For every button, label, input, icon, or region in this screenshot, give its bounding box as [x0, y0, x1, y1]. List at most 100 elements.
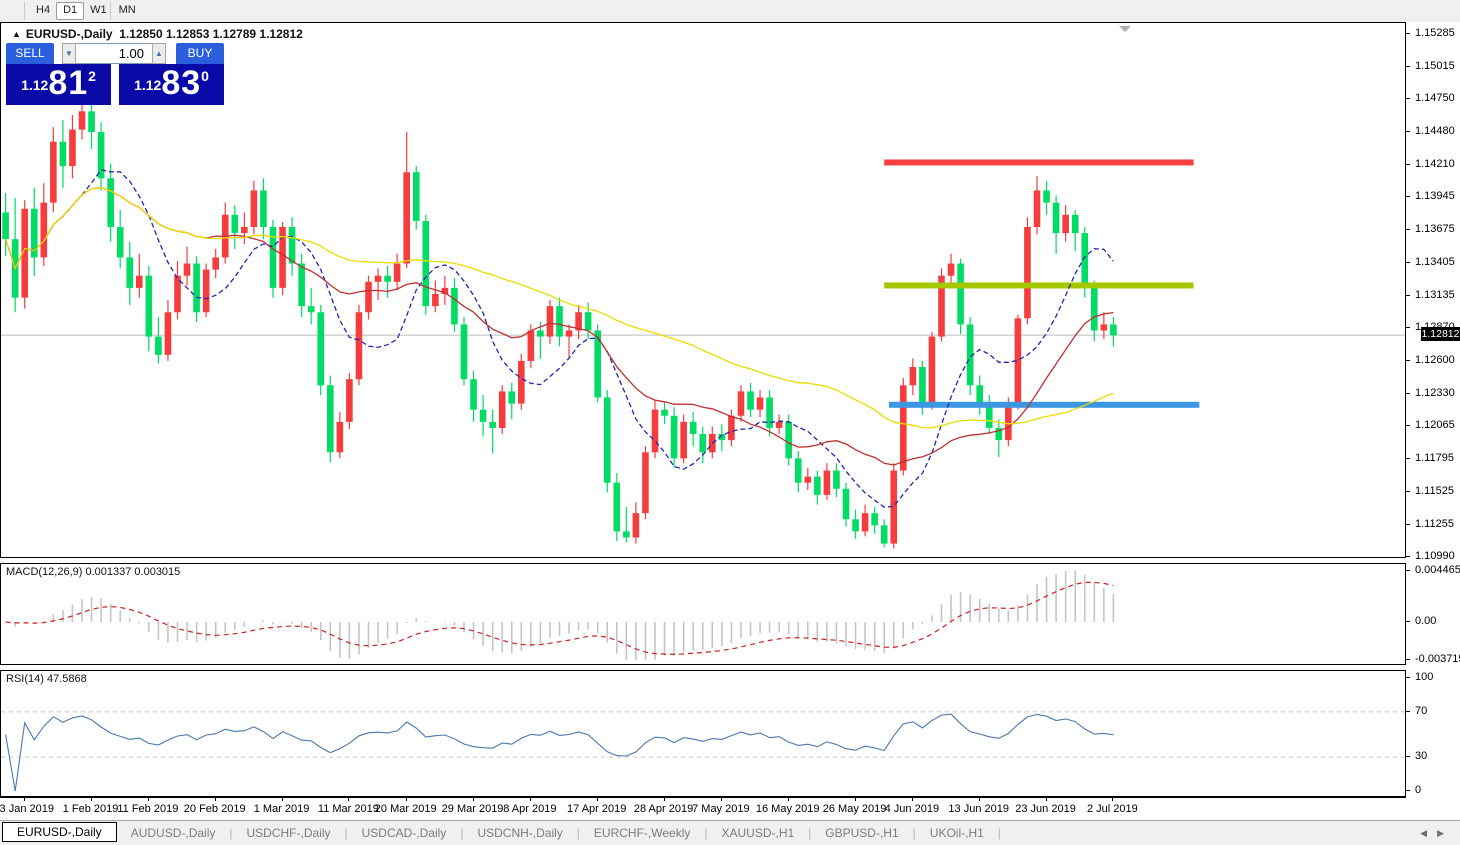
rsi-label: RSI(14) 47.5868: [6, 673, 87, 685]
sell-price-display[interactable]: 1.12812: [6, 64, 111, 105]
price-tick-label: 1.14480: [1415, 125, 1455, 137]
date-label: 11 Feb 2019: [117, 803, 178, 815]
date-axis[interactable]: 23 Jan 20191 Feb 201911 Feb 201920 Feb 2…: [0, 797, 1406, 821]
volume-input[interactable]: 1.00: [76, 43, 152, 64]
candle-body: [212, 257, 219, 269]
timeframe-button-d1[interactable]: D1: [56, 2, 84, 20]
candle-body: [623, 531, 630, 537]
date-label: 13 Jun 2019: [948, 803, 1009, 815]
macd-tick-label: -0.003715: [1415, 653, 1460, 665]
price-tick-label-tick: [1406, 196, 1410, 197]
candle-body: [738, 391, 745, 415]
date-label: 7 May 2019: [692, 803, 749, 815]
chart-tab-ukoil-h1[interactable]: UKOil-,H1: [916, 824, 998, 843]
date-tick: [473, 798, 474, 801]
chart-tab-eurchf-weekly[interactable]: EURCHF-,Weekly: [580, 824, 704, 843]
macd-tick-label: 0.004465: [1415, 564, 1460, 576]
timeframe-button-mn[interactable]: MN: [113, 2, 142, 18]
horizontal-line-object[interactable]: [889, 402, 1199, 408]
price-tick-label-tick: [1406, 458, 1410, 459]
rsi-panel[interactable]: [0, 670, 1406, 797]
date-label: 17 Apr 2019: [567, 803, 626, 815]
price-tick-label-tick: [1406, 327, 1410, 328]
candle-body: [241, 227, 248, 233]
candle-body: [375, 276, 382, 282]
candle-body: [824, 471, 831, 495]
candle-body: [69, 130, 76, 167]
candle-body: [50, 142, 57, 203]
chart-tab-usdcad-daily[interactable]: USDCAD-,Daily: [348, 824, 461, 843]
price-axis[interactable]: 1.152851.150151.147501.144801.142101.139…: [1406, 22, 1460, 797]
rsi-chart[interactable]: [1, 671, 1405, 796]
price-tick-label: 1.12065: [1415, 419, 1455, 431]
candle-body: [862, 513, 869, 531]
scroll-shift-marker-icon[interactable]: [1119, 26, 1131, 32]
candle-body: [480, 410, 487, 422]
macd-chart[interactable]: [1, 564, 1405, 664]
buy-price-display[interactable]: 1.12830: [119, 64, 224, 105]
candle-body: [1005, 404, 1012, 441]
tab-scroll-right-icon[interactable]: ▶: [1437, 828, 1454, 838]
candle-body: [699, 434, 706, 452]
price-tick-label: 1.11255: [1415, 518, 1454, 530]
chart-tab-gbpusd-h1[interactable]: GBPUSD-,H1: [811, 824, 912, 843]
chart-tab-audusd-daily[interactable]: AUDUSD-,Daily: [117, 824, 230, 843]
buy-button[interactable]: BUY: [176, 43, 224, 64]
candle-body: [900, 385, 907, 470]
sell-button[interactable]: SELL: [6, 43, 54, 64]
candle-body: [489, 422, 496, 428]
sell-price-pip: 2: [88, 68, 96, 84]
timeframe-button-h4[interactable]: H4: [30, 2, 56, 18]
candle-body: [757, 397, 764, 409]
macd-panel[interactable]: [0, 563, 1406, 665]
candle-body: [1091, 288, 1098, 331]
price-tick-label-tick: [1406, 131, 1410, 132]
chart-tab-eurusd-daily[interactable]: EURUSD-,Daily: [2, 822, 117, 842]
price-tick-label-tick: [1406, 98, 1410, 99]
candle-body: [260, 190, 267, 227]
price-tick-label-tick: [1406, 360, 1410, 361]
candle-body: [1081, 233, 1088, 288]
horizontal-line-object[interactable]: [884, 282, 1193, 288]
toolbar-separator: [24, 2, 25, 20]
candle-body: [41, 203, 48, 258]
date-tick: [788, 798, 789, 801]
chart-tab-usdcnh-daily[interactable]: USDCNH-,Daily: [463, 824, 576, 843]
macd-tick-label-tick: [1406, 659, 1410, 660]
date-tick: [24, 798, 25, 801]
date-tick: [979, 798, 980, 801]
candle-body: [60, 142, 67, 166]
candle-body: [690, 422, 697, 434]
date-tick: [406, 798, 407, 801]
candle-body: [547, 306, 554, 336]
candle-body: [680, 422, 687, 459]
price-tick-label-tick: [1406, 66, 1410, 67]
tab-scroll-left-icon[interactable]: ◀: [1420, 828, 1437, 838]
volume-increase-button[interactable]: ▲: [152, 43, 166, 64]
date-label: 28 Apr 2019: [634, 803, 693, 815]
date-tick: [148, 798, 149, 801]
horizontal-line-object[interactable]: [884, 159, 1193, 165]
candle-body: [661, 410, 668, 416]
chart-tab-xauusd-h1[interactable]: XAUUSD-,H1: [707, 824, 808, 843]
candle-body: [1043, 190, 1050, 202]
candle-body: [356, 312, 363, 379]
price-tick-label: 1.11525: [1415, 485, 1454, 497]
candle-body: [919, 367, 926, 404]
terminal-window: H4D1W1MN ▲EURUSD-,Daily 1.12850 1.12853 …: [0, 0, 1460, 845]
candle-body: [881, 525, 888, 543]
candle-body: [365, 282, 372, 312]
timeframe-button-w1[interactable]: W1: [84, 2, 113, 18]
date-label: 23 Jun 2019: [1015, 803, 1076, 815]
price-tick-label: 1.13675: [1415, 223, 1455, 235]
candle-body: [251, 190, 258, 227]
date-label: 8 Apr 2019: [503, 803, 556, 815]
chart-tab-usdchf-daily[interactable]: USDCHF-,Daily: [233, 824, 345, 843]
date-label: 23 Jan 2019: [0, 803, 54, 815]
candle-body: [423, 221, 430, 306]
volume-decrease-button[interactable]: ▼: [62, 43, 76, 64]
candle-body: [298, 264, 305, 307]
candle-body: [413, 172, 420, 221]
tab-scroll-arrows[interactable]: ◀▶: [1420, 828, 1454, 839]
candle-body: [232, 215, 239, 233]
